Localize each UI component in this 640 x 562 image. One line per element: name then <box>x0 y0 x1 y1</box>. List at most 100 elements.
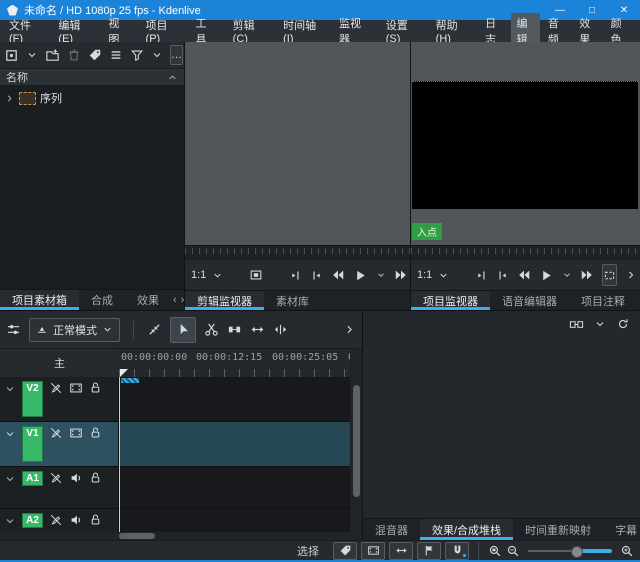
zone-out-button[interactable] <box>496 269 509 282</box>
toolbar-overflow-button[interactable] <box>625 269 637 281</box>
timeline-area[interactable]: 主 00:00:00:00 00:00:12:15 00:00:25:05 00… <box>0 349 362 540</box>
project-monitor-ruler[interactable] <box>411 245 640 260</box>
video-track-icon[interactable] <box>69 426 83 440</box>
tab-effects[interactable]: 效果 <box>125 290 171 310</box>
playhead[interactable] <box>119 377 120 532</box>
tab-project-monitor[interactable]: 项目监视器 <box>411 291 490 310</box>
tab-project-notes[interactable]: 项目注释 <box>569 291 637 310</box>
selection-tool-button[interactable] <box>170 317 196 343</box>
tab-effect-stack[interactable]: 效果/合成堆栈 <box>420 519 513 540</box>
rewind-button[interactable] <box>331 268 345 282</box>
track-header-v2[interactable]: V2 <box>0 377 119 421</box>
track-badge[interactable]: A1 <box>22 471 43 486</box>
mix-clips-button[interactable] <box>147 322 162 337</box>
tab-mixer[interactable]: 混音器 <box>363 519 420 540</box>
video-track-icon[interactable] <box>69 381 83 395</box>
play-button[interactable] <box>353 268 368 283</box>
tab-time-remap[interactable]: 时间重新映射 <box>513 519 603 540</box>
bin-item-sequences[interactable]: 序列 <box>0 90 184 106</box>
menu-tool[interactable]: 工具 <box>186 20 223 42</box>
track-a1[interactable]: A1 <box>0 467 350 509</box>
zoom-out-button[interactable] <box>506 544 520 558</box>
track-v2[interactable]: V2 <box>0 377 350 422</box>
expand-chevron-icon[interactable] <box>4 93 15 104</box>
track-badge[interactable]: A2 <box>22 513 43 528</box>
menu-edit[interactable]: 编辑(E) <box>49 20 99 42</box>
slip-tool-button[interactable] <box>273 322 288 337</box>
bin-item-list[interactable]: 序列 <box>0 86 184 289</box>
forward-button[interactable] <box>394 268 408 282</box>
collapse-all-icon[interactable] <box>167 72 178 83</box>
menu-view[interactable]: 视图 <box>99 20 136 42</box>
show-markers-button[interactable] <box>417 542 441 560</box>
play-options-chevron-icon[interactable] <box>376 270 386 280</box>
tab-library[interactable]: 素材库 <box>264 291 321 310</box>
spacer-tool-button[interactable] <box>227 322 242 337</box>
track-header-a1[interactable]: A1 <box>0 467 119 508</box>
vertical-scrollbar[interactable] <box>353 385 360 497</box>
horizontal-scrollbar[interactable] <box>119 533 155 539</box>
razor-tool-button[interactable] <box>204 322 219 337</box>
track-lane[interactable] <box>119 467 350 508</box>
tab-clip-monitor[interactable]: 剪辑监视器 <box>185 291 264 310</box>
menu-settings[interactable]: 设置(S) <box>377 20 427 42</box>
fit-zoom-button[interactable] <box>250 322 265 337</box>
menu-file[interactable]: 文件(F) <box>0 20 49 42</box>
menu-clip[interactable]: 剪辑(C) <box>224 20 274 42</box>
bin-column-header[interactable]: 名称 <box>0 68 184 86</box>
filter-chevron-icon[interactable] <box>151 49 163 61</box>
lock-icon[interactable] <box>89 513 102 526</box>
lock-icon[interactable] <box>89 426 102 439</box>
zoom-in-button[interactable] <box>620 544 634 558</box>
zone-out-button[interactable] <box>310 269 323 282</box>
zoom-slider-handle[interactable] <box>571 546 583 558</box>
tab-subtitles[interactable]: 字幕 <box>603 519 640 540</box>
monitor-zoom-select[interactable]: 1:1 <box>191 269 223 281</box>
add-clip-button[interactable] <box>4 48 19 63</box>
tab-scroll-left[interactable]: ‹ <box>171 290 179 310</box>
track-collapse-chevron-icon[interactable] <box>4 428 16 440</box>
more-options-button[interactable]: … <box>170 45 183 65</box>
menu-monitor[interactable]: 监视器 <box>330 20 377 42</box>
track-lane[interactable] <box>119 377 350 421</box>
rewind-button[interactable] <box>517 268 531 282</box>
split-compare-button[interactable] <box>569 317 584 332</box>
tag-button[interactable] <box>88 48 102 62</box>
audio-track-icon[interactable] <box>69 471 83 485</box>
track-lane[interactable] <box>119 422 350 466</box>
record-disabled-icon[interactable] <box>49 471 63 485</box>
zone-mode-button[interactable] <box>602 264 617 286</box>
master-track-button[interactable]: 主 <box>0 349 119 377</box>
track-a2[interactable]: A2 <box>0 509 350 532</box>
track-lane[interactable] <box>119 509 350 532</box>
track-badge[interactable]: V1 <box>22 426 43 462</box>
timeline-zone-bar[interactable] <box>121 378 139 383</box>
play-button[interactable] <box>539 268 554 283</box>
lock-icon[interactable] <box>89 381 102 394</box>
video-thumbnails-button[interactable] <box>361 542 385 560</box>
frame-grab-button[interactable] <box>249 268 263 282</box>
add-clip-chevron-icon[interactable] <box>26 49 38 61</box>
track-v1[interactable]: V1 <box>0 422 350 467</box>
menu-help[interactable]: 帮助(H) <box>427 20 477 42</box>
record-disabled-icon[interactable] <box>49 381 63 395</box>
record-disabled-icon[interactable] <box>49 426 63 440</box>
effect-stack-body[interactable] <box>363 337 640 518</box>
zone-in-button[interactable] <box>475 269 488 282</box>
track-header-a2[interactable]: A2 <box>0 509 119 532</box>
track-collapse-chevron-icon[interactable] <box>4 473 16 485</box>
zoom-slider[interactable] <box>528 544 612 558</box>
create-folder-button[interactable] <box>45 48 60 63</box>
menu-timeline[interactable]: 时间轴(I) <box>274 20 330 42</box>
zone-in-button[interactable] <box>289 269 302 282</box>
monitor-zoom-select[interactable]: 1:1 <box>417 269 449 281</box>
tab-speech-editor[interactable]: 语音编辑器 <box>490 291 569 310</box>
timeline-ruler[interactable]: 00:00:00:00 00:00:12:15 00:00:25:05 00:0 <box>119 349 350 378</box>
marker-tag-button[interactable] <box>333 542 357 560</box>
delete-button[interactable] <box>67 48 81 62</box>
view-list-button[interactable] <box>109 48 123 62</box>
audio-track-icon[interactable] <box>69 513 83 527</box>
edit-mode-select[interactable]: 正常模式 <box>29 318 120 342</box>
zoom-fit-button[interactable] <box>488 544 502 558</box>
snap-button[interactable] <box>445 542 469 560</box>
